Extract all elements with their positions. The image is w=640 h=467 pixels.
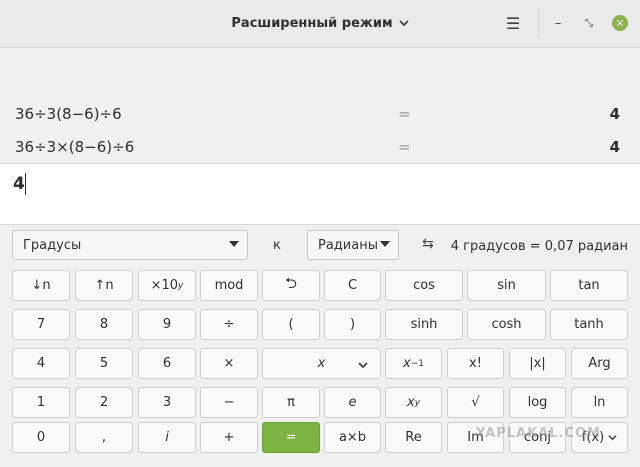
real-part-button[interactable]: Re — [385, 422, 442, 453]
digit-0-button[interactable]: 0 — [12, 422, 70, 453]
equals-button[interactable]: = — [262, 422, 320, 453]
from-unit-label: Градусы — [23, 238, 82, 253]
plus-button[interactable]: + — [200, 422, 258, 453]
digit-1-button[interactable]: 1 — [12, 387, 70, 418]
pi-button[interactable]: π — [262, 387, 320, 418]
dropdown-arrow-icon — [380, 241, 390, 247]
undo-icon[interactable]: ⮌ — [262, 270, 320, 301]
factorize-button[interactable]: a×b — [324, 422, 381, 453]
times-ten-exponent: y — [178, 280, 184, 291]
divide-button[interactable]: ÷ — [200, 309, 258, 340]
sinh-button[interactable]: sinh — [385, 309, 463, 340]
mod-button[interactable]: mod — [200, 270, 258, 301]
inverse-button[interactable]: x −1 — [385, 348, 442, 379]
shift-down-button[interactable]: ↓n — [12, 270, 70, 301]
variable-dropdown-button[interactable]: x — [262, 348, 381, 379]
digit-8-button[interactable]: 8 — [75, 309, 133, 340]
conversion-result: 4 градусов = 0,07 радиан — [450, 239, 628, 254]
menu-icon[interactable]: ☰ — [500, 12, 526, 34]
to-label: к — [273, 238, 281, 253]
close-paren-button[interactable]: ) — [324, 309, 381, 340]
digit-6-button[interactable]: 6 — [138, 348, 196, 379]
comma-button[interactable]: , — [75, 422, 133, 453]
history-result: 4 — [609, 138, 620, 156]
swap-units-icon[interactable]: ⇆ — [422, 236, 434, 252]
log-button[interactable]: log — [509, 387, 566, 418]
expression-input[interactable]: 4 — [0, 163, 640, 225]
close-button[interactable]: ✕ — [609, 12, 631, 34]
history-row[interactable]: 36÷3(8−6)÷6 = 4 — [0, 102, 640, 126]
tan-button[interactable]: tan — [550, 270, 628, 301]
calculator-window: Расширенный режим ☰ – ⤡ ✕ 36÷3(8−6)÷6 = … — [0, 0, 640, 467]
maximize-icon[interactable]: ⤡ — [578, 12, 600, 34]
multiply-button[interactable]: × — [200, 348, 258, 379]
chevron-down-icon — [398, 16, 409, 31]
inverse-exponent: −1 — [410, 358, 424, 369]
history-panel: 36÷3(8−6)÷6 = 4 36÷3×(8−6)÷6 = 4 — [0, 48, 640, 162]
shift-up-button[interactable]: ↑n — [75, 270, 133, 301]
dropdown-arrow-icon — [229, 241, 239, 247]
cos-button[interactable]: cos — [385, 270, 463, 301]
digit-7-button[interactable]: 7 — [12, 309, 70, 340]
from-unit-dropdown[interactable]: Градусы — [12, 230, 248, 260]
chevron-down-icon — [358, 359, 368, 372]
inverse-base: x — [403, 356, 411, 371]
cosh-button[interactable]: cosh — [467, 309, 546, 340]
history-row[interactable]: 36÷3×(8−6)÷6 = 4 — [0, 135, 640, 159]
digit-5-button[interactable]: 5 — [75, 348, 133, 379]
factorial-button[interactable]: x! — [447, 348, 504, 379]
ln-button[interactable]: ln — [571, 387, 628, 418]
digit-9-button[interactable]: 9 — [138, 309, 196, 340]
watermark: YAPLAKAL.COM — [476, 426, 601, 441]
abs-button[interactable]: |x| — [509, 348, 566, 379]
digit-3-button[interactable]: 3 — [138, 387, 196, 418]
open-paren-button[interactable]: ( — [262, 309, 320, 340]
power-base: x — [406, 395, 415, 410]
history-equals: = — [398, 105, 411, 123]
history-equals: = — [398, 138, 411, 156]
arg-button[interactable]: Arg — [571, 348, 628, 379]
euler-button[interactable]: e — [324, 387, 381, 418]
tanh-button[interactable]: tanh — [550, 309, 628, 340]
unit-converter: Градусы к Радианы ⇆ 4 градусов = 0,07 ра… — [0, 224, 640, 266]
history-expression: 36÷3(8−6)÷6 — [15, 105, 122, 123]
sqrt-button[interactable]: √ — [447, 387, 504, 418]
digit-4-button[interactable]: 4 — [12, 348, 70, 379]
times-ten-label: ×10 — [150, 278, 179, 293]
close-icon: ✕ — [612, 15, 628, 31]
header-bar: Расширенный режим ☰ – ⤡ ✕ — [0, 0, 640, 48]
mode-title: Расширенный режим — [231, 16, 393, 31]
minus-button[interactable]: − — [200, 387, 258, 418]
text-cursor — [25, 173, 26, 195]
history-expression: 36÷3×(8−6)÷6 — [15, 138, 135, 156]
sin-button[interactable]: sin — [467, 270, 546, 301]
imaginary-button[interactable]: i — [138, 422, 196, 453]
times-ten-power-button[interactable]: ×10 y — [138, 270, 196, 301]
minimize-icon[interactable]: – — [547, 12, 569, 34]
display-value: 4 — [13, 174, 25, 194]
digit-2-button[interactable]: 2 — [75, 387, 133, 418]
mode-selector[interactable]: Расширенный режим — [0, 16, 640, 31]
to-unit-dropdown[interactable]: Радианы — [307, 230, 399, 260]
history-result: 4 — [609, 105, 620, 123]
power-button[interactable]: xy — [385, 387, 442, 418]
power-exponent: y — [414, 397, 421, 408]
variable-label: x — [317, 356, 326, 371]
to-unit-label: Радианы — [318, 238, 378, 253]
header-divider — [538, 8, 539, 38]
chevron-down-icon — [608, 430, 617, 445]
clear-button[interactable]: C — [324, 270, 381, 301]
